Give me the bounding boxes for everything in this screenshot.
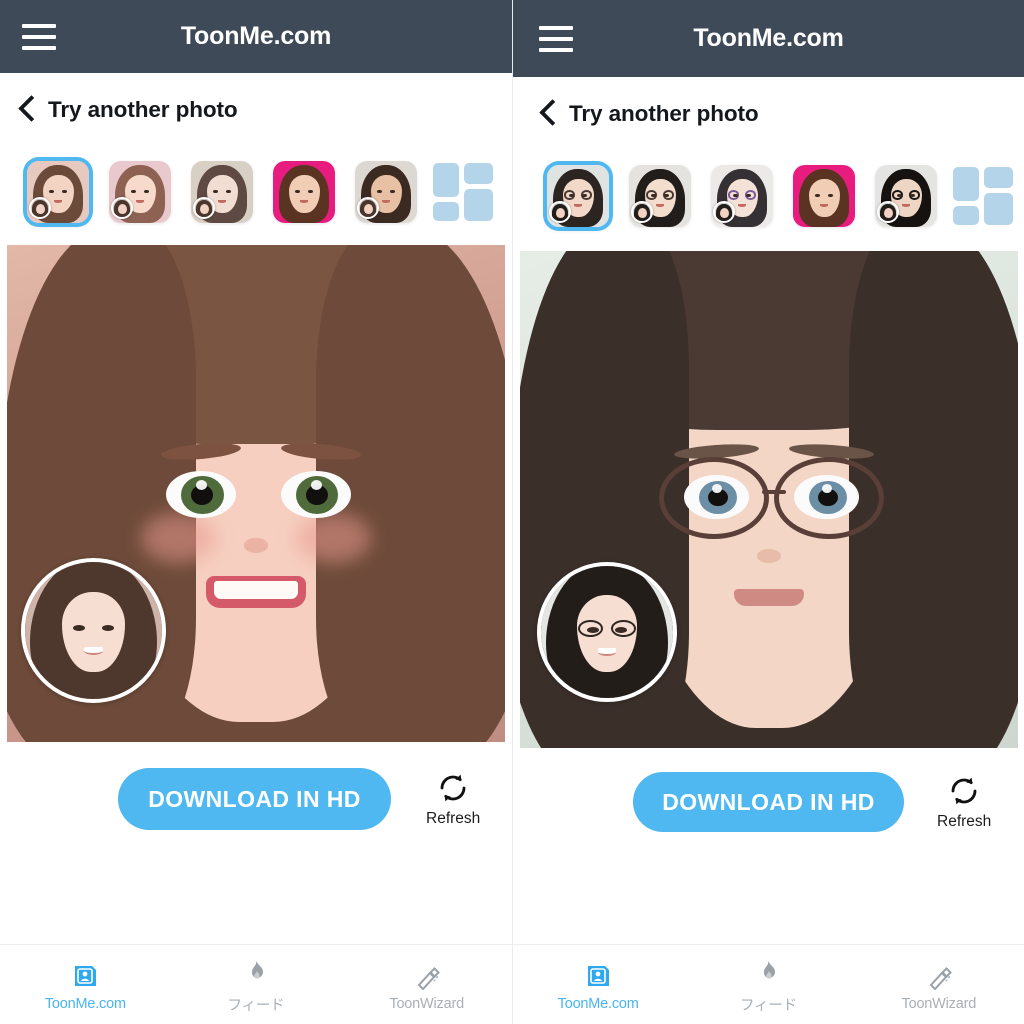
refresh-label: Refresh: [426, 809, 481, 827]
hamburger-menu-icon[interactable]: [539, 25, 573, 52]
back-label: Try another photo: [569, 100, 759, 126]
toonme-portrait-icon: [72, 961, 99, 990]
flame-feed-icon: [245, 959, 267, 988]
refresh-button[interactable]: Refresh: [426, 771, 480, 828]
tab-label: ToonWizard: [901, 996, 977, 1012]
magic-wand-icon: [413, 961, 441, 990]
style-thumbnail-4[interactable]: [783, 161, 865, 231]
app-header-bar: ToonMe.com: [513, 0, 1024, 77]
hamburger-menu-icon[interactable]: [22, 23, 56, 50]
tab-toonme[interactable]: ToonMe.com: [0, 957, 171, 1012]
tab-toonwizard[interactable]: ToonWizard: [341, 957, 512, 1012]
style-thumbnail-4[interactable]: [263, 157, 345, 227]
thumbnail-original-avatar: [713, 201, 735, 223]
style-thumbnail-strip: [0, 124, 512, 227]
tab-toonwizard[interactable]: ToonWizard: [854, 957, 1024, 1012]
tab-label: フィード: [740, 997, 797, 1014]
app-screen-left: ToonMe.com Try another photo DOWNLOAD IN…: [0, 0, 512, 1024]
style-thumbnail-5[interactable]: [345, 157, 427, 227]
magic-wand-icon: [925, 961, 953, 990]
thumbnail-original-avatar: [357, 197, 379, 219]
style-thumbnail-5[interactable]: [865, 161, 947, 231]
app-title: ToonMe.com: [180, 22, 332, 50]
tab-feed[interactable]: フィード: [683, 955, 853, 1015]
collage-grid-icon[interactable]: [433, 163, 493, 221]
back-label: Try another photo: [48, 96, 238, 122]
chevron-left-icon: [539, 99, 556, 128]
bottom-tab-bar: ToonMe.com フィード ToonWizard: [0, 944, 512, 1024]
tab-label: ToonWizard: [389, 996, 464, 1012]
thumbnail-original-avatar: [29, 197, 51, 219]
try-another-photo-button[interactable]: Try another photo: [513, 77, 1024, 128]
thumbnail-original-avatar: [549, 201, 571, 223]
refresh-button[interactable]: Refresh: [937, 774, 991, 831]
toon-result-image[interactable]: [7, 245, 505, 742]
style-thumbnail-2[interactable]: [99, 157, 181, 227]
refresh-label: Refresh: [937, 812, 992, 830]
chevron-left-icon: [18, 95, 35, 124]
tab-label: ToonMe.com: [44, 996, 126, 1012]
thumbnail-original-avatar: [877, 201, 899, 223]
action-row: DOWNLOAD IN HD Refresh: [0, 742, 512, 830]
download-in-hd-button[interactable]: DOWNLOAD IN HD: [633, 772, 904, 832]
app-screen-right: ToonMe.com Try another photo DOWNLOAD IN…: [512, 0, 1024, 1024]
original-photo-avatar: [537, 562, 677, 702]
thumbnail-original-avatar: [111, 197, 133, 219]
try-another-photo-button[interactable]: Try another photo: [0, 73, 512, 124]
flame-feed-icon: [757, 959, 779, 988]
app-title: ToonMe.com: [693, 24, 844, 52]
action-row: DOWNLOAD IN HD Refresh: [513, 748, 1024, 832]
original-photo-avatar: [21, 558, 166, 703]
tab-feed[interactable]: フィード: [171, 955, 342, 1015]
toonme-portrait-icon: [585, 961, 612, 990]
refresh-circular-arrows-icon: [440, 774, 466, 801]
style-thumbnail-3[interactable]: [181, 157, 263, 227]
app-header-bar: ToonMe.com: [0, 0, 512, 73]
style-thumbnail-strip: [513, 128, 1024, 231]
style-thumbnail-2[interactable]: [619, 161, 701, 231]
tab-label: ToonMe.com: [557, 996, 639, 1012]
style-thumbnail-3[interactable]: [701, 161, 783, 231]
thumbnail-original-avatar: [631, 201, 653, 223]
download-in-hd-button[interactable]: DOWNLOAD IN HD: [118, 768, 391, 830]
bottom-tab-bar: ToonMe.com フィード ToonWizard: [513, 944, 1024, 1024]
collage-grid-icon[interactable]: [953, 167, 1013, 225]
refresh-circular-arrows-icon: [951, 777, 977, 804]
tab-toonme[interactable]: ToonMe.com: [513, 957, 683, 1012]
dual-screenshot-comparison: ToonMe.com Try another photo DOWNLOAD IN…: [0, 0, 1024, 1024]
thumbnail-original-avatar: [193, 197, 215, 219]
style-thumbnail-1[interactable]: [537, 161, 619, 231]
style-thumbnail-1[interactable]: [17, 157, 99, 227]
toon-result-image[interactable]: [520, 251, 1018, 748]
tab-label: フィード: [227, 997, 285, 1014]
